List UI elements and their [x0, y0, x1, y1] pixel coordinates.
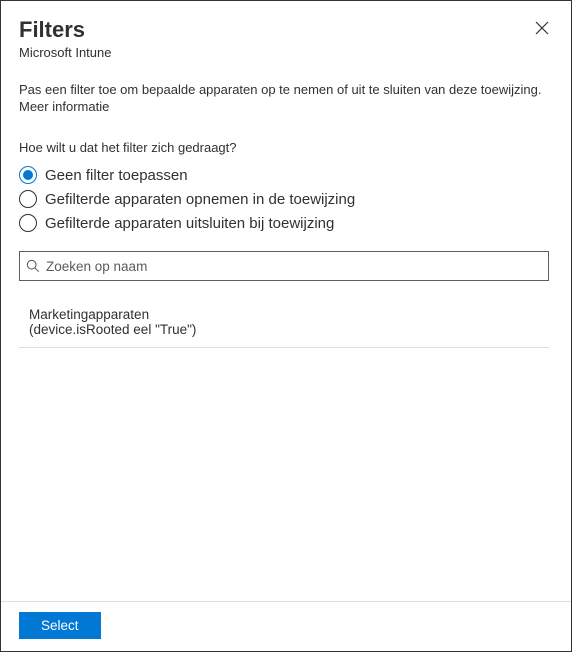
radio-icon — [19, 190, 37, 208]
radio-option-none[interactable]: Geen filter toepassen — [19, 163, 549, 187]
panel-header: Filters — [19, 17, 553, 43]
filter-result-item[interactable]: Marketingapparaten (device.isRooted eel … — [19, 303, 549, 348]
radio-label: Geen filter toepassen — [45, 167, 188, 184]
search-icon — [26, 259, 40, 273]
select-button[interactable]: Select — [19, 612, 101, 639]
close-icon — [535, 22, 549, 39]
search-box[interactable] — [19, 251, 549, 281]
search-input[interactable] — [46, 259, 542, 274]
radio-icon — [19, 166, 37, 184]
radio-option-exclude[interactable]: Gefilterde apparaten uitsluiten bij toew… — [19, 211, 549, 235]
radio-group: Geen filter toepassen Gefilterde apparat… — [19, 163, 549, 235]
title-block: Filters — [19, 17, 85, 43]
panel-subtitle: Microsoft Intune — [19, 45, 553, 60]
result-name: Marketingapparaten — [29, 307, 543, 322]
panel-description: Pas een filter toe om bepaalde apparaten… — [19, 82, 553, 97]
radio-option-include[interactable]: Gefilterde apparaten opnemen in de toewi… — [19, 187, 549, 211]
close-button[interactable] — [531, 17, 553, 43]
radio-icon — [19, 214, 37, 232]
radio-label: Gefilterde apparaten opnemen in de toewi… — [45, 191, 355, 208]
panel-footer: Select — [1, 601, 571, 639]
result-detail: (device.isRooted eel "True") — [29, 322, 543, 337]
scroll-area[interactable]: Hoe wilt u dat het filter zich gedraagt?… — [19, 140, 553, 601]
more-info-link[interactable]: Meer informatie — [19, 99, 553, 114]
panel-title: Filters — [19, 17, 85, 43]
filter-question: Hoe wilt u dat het filter zich gedraagt? — [19, 140, 549, 155]
filters-panel: Filters Microsoft Intune Pas een filter … — [1, 1, 571, 651]
radio-label: Gefilterde apparaten uitsluiten bij toew… — [45, 215, 334, 232]
